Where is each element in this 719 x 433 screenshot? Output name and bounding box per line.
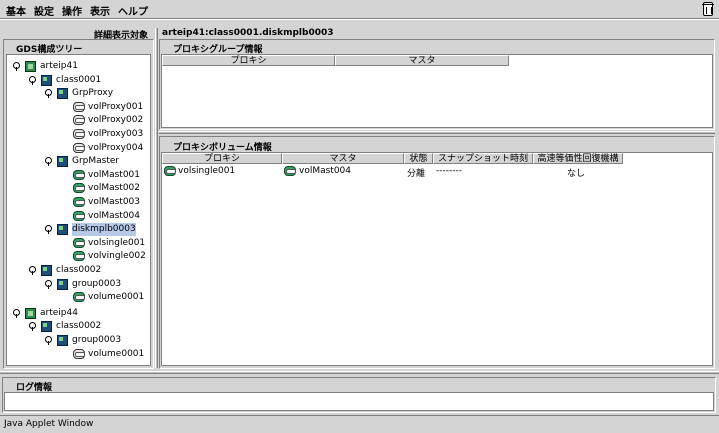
- tree-item[interactable]: volProxy003: [88, 128, 143, 141]
- col-header-proxy[interactable]: プロキシ: [162, 153, 282, 164]
- log-splitter[interactable]: [0, 371, 719, 374]
- expander-icon[interactable]: [45, 279, 53, 289]
- menu-item-help[interactable]: ヘルプ: [118, 3, 148, 18]
- expander-icon[interactable]: [29, 266, 37, 275]
- cell-fast-recovery: なし: [567, 169, 586, 179]
- tree-item[interactable]: group0003: [72, 334, 121, 347]
- class-icon: [41, 265, 52, 276]
- menu-item-basic[interactable]: 基本: [6, 3, 26, 18]
- volume-icon: [73, 101, 85, 112]
- class-icon: [57, 88, 68, 100]
- col-header-proxy[interactable]: プロキシ: [162, 55, 335, 66]
- cell-snapshot: --------: [436, 166, 462, 176]
- tree-view[interactable]: arteip41 class0001 GrpProxy volProxy001 volP…: [6, 54, 151, 366]
- tree-item[interactable]: GrpProxy: [72, 87, 113, 100]
- class-icon: [41, 321, 52, 333]
- volume-icon: [164, 166, 176, 176]
- proxy-volume-table[interactable]: プロキシ マスタ 状態 スナップショット時刻 高速等価性回復機構 volsing…: [161, 152, 713, 366]
- tree-item[interactable]: volMast003: [88, 196, 140, 209]
- col-header-state[interactable]: 状態: [404, 153, 433, 164]
- tree-item[interactable]: arteip41: [40, 60, 78, 73]
- tree-item[interactable]: volume0001: [88, 291, 144, 304]
- volume-icon: [73, 129, 85, 139]
- volume-icon: [73, 115, 85, 126]
- menu-item-settings[interactable]: 設定: [34, 3, 54, 18]
- class-icon: [57, 278, 68, 290]
- cell-state: 分離: [407, 169, 426, 179]
- tree-item[interactable]: class0002: [56, 320, 101, 333]
- tree-item[interactable]: volsingle001: [88, 237, 145, 250]
- expander-icon[interactable]: [45, 225, 53, 235]
- tree-panel: GDS構成ツリー arteip41 class0001 GrpProxy volPro…: [3, 39, 154, 369]
- tree-root: arteip41 class0001 GrpProxy volProxy001 volP…: [7, 55, 152, 367]
- volume-icon: [73, 183, 85, 194]
- server-icon: [25, 307, 36, 319]
- volume-icon: [73, 292, 85, 303]
- volume-icon: [73, 197, 85, 207]
- col-header-master[interactable]: マスタ: [282, 153, 404, 164]
- proxy-group-panel: プロキシグループ情報 プロキシ マスタ: [159, 39, 715, 130]
- menu-divider-light: [0, 19, 719, 20]
- volume-icon: [73, 142, 85, 153]
- volume-icon: [73, 237, 85, 248]
- vertical-splitter[interactable]: [155, 28, 158, 368]
- tree-item[interactable]: group0003: [72, 278, 121, 291]
- col-header-master[interactable]: マスタ: [335, 55, 509, 66]
- tree-item[interactable]: class0002: [56, 264, 101, 277]
- horizontal-splitter[interactable]: [159, 131, 715, 134]
- class-icon: [57, 335, 68, 346]
- class-icon: [57, 156, 68, 168]
- class-icon: [57, 224, 68, 236]
- status-text: Java Applet Window: [4, 419, 94, 429]
- expander-icon[interactable]: [45, 157, 53, 167]
- expander-icon[interactable]: [13, 308, 21, 318]
- tree-item[interactable]: volProxy004: [88, 142, 143, 155]
- expander-icon[interactable]: [45, 336, 53, 345]
- volume-icon: [73, 210, 85, 221]
- tree-item[interactable]: volMast001: [88, 169, 140, 182]
- expander-icon[interactable]: [29, 322, 37, 332]
- log-panel: ログ情報: [2, 377, 716, 413]
- col-header-fast-recovery[interactable]: 高速等価性回復機構: [533, 153, 623, 164]
- tree-item[interactable]: volvingle002: [88, 250, 146, 263]
- tree-item[interactable]: diskmplb0003: [72, 223, 136, 237]
- tree-item[interactable]: class0001: [56, 74, 101, 87]
- volume-icon: [73, 348, 85, 359]
- menu-item-view[interactable]: 表示: [90, 3, 110, 18]
- cell-master: volMast004: [299, 166, 352, 176]
- expander-icon[interactable]: [13, 62, 21, 71]
- log-area[interactable]: [4, 392, 714, 411]
- expander-icon[interactable]: [45, 89, 53, 99]
- tree-item[interactable]: volProxy002: [88, 114, 143, 127]
- volume-icon: [73, 169, 85, 180]
- tree-item[interactable]: GrpMaster: [72, 155, 119, 168]
- menu-item-operation[interactable]: 操作: [62, 3, 82, 18]
- tree-item[interactable]: volProxy001: [88, 101, 143, 114]
- detail-path: arteip41:class0001.diskmplb0003: [162, 28, 334, 38]
- class-icon: [41, 74, 52, 86]
- tree-item[interactable]: volMast004: [88, 210, 140, 223]
- proxy-volume-panel: プロキシボリューム情報 プロキシ マスタ 状態 スナップショット時刻 高速等価性…: [159, 136, 715, 369]
- tree-item[interactable]: arteip44: [40, 307, 78, 320]
- tree-item[interactable]: volMast002: [88, 182, 140, 195]
- tree-item[interactable]: volume0001: [88, 348, 144, 361]
- menu-bar: 基本 設定 操作 表示 ヘルプ: [0, 0, 719, 18]
- volume-icon: [73, 251, 85, 262]
- volume-icon: [284, 166, 296, 176]
- proxy-group-table[interactable]: プロキシ マスタ: [161, 54, 713, 128]
- status-bar: Java Applet Window: [0, 415, 719, 433]
- cell-proxy: volsingle001: [178, 166, 236, 176]
- expander-icon[interactable]: [29, 75, 37, 85]
- col-header-snapshot[interactable]: スナップショット時刻: [433, 153, 533, 164]
- trash-icon[interactable]: [702, 2, 714, 16]
- table-row[interactable]: volsingle001 volMast004 分離 -------- なし: [162, 165, 714, 179]
- server-icon: [25, 61, 36, 72]
